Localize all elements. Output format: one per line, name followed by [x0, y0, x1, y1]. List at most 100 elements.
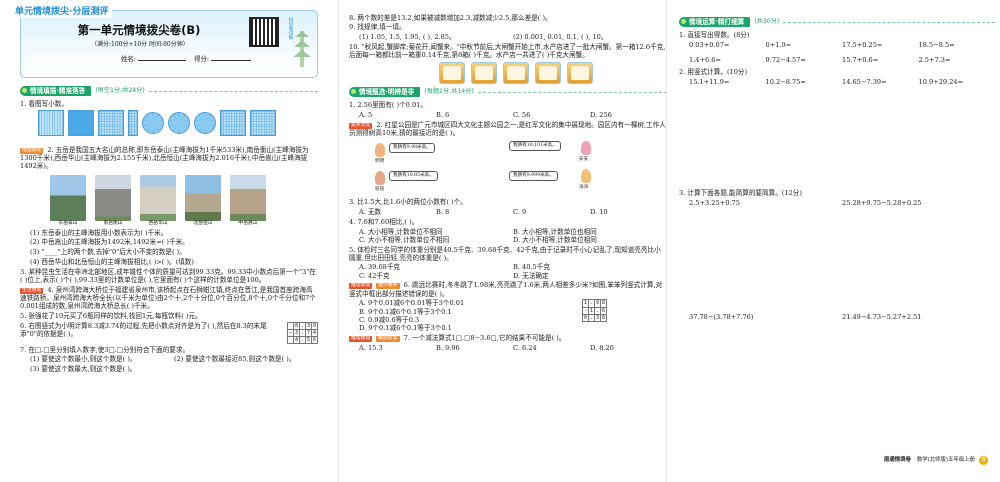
- choice-1-option-d[interactable]: D. 256: [590, 111, 667, 119]
- choice-6-option-c[interactable]: C. 0.9减0.6等于0.3: [359, 316, 582, 324]
- choice-4-option-d[interactable]: D. 大小不相等,计数单位相同: [513, 236, 667, 244]
- section-2-header: 情境甄选·明辨是非 (每题2分,共14分): [349, 87, 667, 98]
- calc-1-row-1: 0.03+0.07= 0+1.9= 17.5+0.25= 18.5−8.5=: [689, 41, 995, 49]
- choice-4-options-row-1: A. 大小相等,计数单位不相同 B. 大小相等,计数单位也相同: [359, 228, 667, 236]
- choice-2-tag: 家乡文化: [349, 122, 373, 129]
- choice-1-option-b[interactable]: B. 6: [436, 111, 513, 119]
- calc-1-item: 15.7+0.6=: [842, 55, 879, 64]
- choice-7-option-a[interactable]: A. 15.3: [359, 344, 436, 352]
- crab-box-icon: [439, 62, 465, 85]
- calc-2: 2. 用竖式计算。(10分): [679, 67, 748, 76]
- choice-6-tag-2: 数学素养: [376, 283, 400, 290]
- choice-7-option-d[interactable]: D. 8.26: [590, 344, 667, 352]
- question-9-sub-2: (2) 0.001, 0.01, 0.1, ( ), 10。: [513, 32, 608, 41]
- choice-5-option-a[interactable]: A. 39.68千克: [359, 263, 513, 271]
- choice-7-text: 7. 一个减法算式1□.□8−3.6□,它的结果不可能是( )。: [403, 333, 566, 342]
- choice-4-option-a[interactable]: A. 大小相等,计数单位不相同: [359, 228, 513, 236]
- photo-songshan: 中岳嵩山: [230, 174, 266, 227]
- speech-bubble-3: 我猜有10.05米高。: [389, 170, 438, 181]
- choice-5-option-c[interactable]: C. 42千克: [359, 272, 513, 280]
- question-7-sub-2: (2) 要使这个数最接近85,则这个数是( )。: [174, 355, 296, 364]
- left-page: 单元情境拨尖·分层测评 第一单元情境拨尖卷(B) （满分:100分+10分 时间…: [0, 0, 330, 482]
- photo-caption-4: 北岳恒山: [193, 220, 213, 226]
- speech-bubble-4: 我猜有9.999米高。: [509, 170, 558, 181]
- crab-box-icon: [535, 62, 561, 85]
- choice-2: 家乡文化 2. 红星公园是广元市城区四大文化主题公园之一,是红军文化的集中展现地…: [349, 121, 667, 137]
- choice-5-option-b[interactable]: B. 40.5千克: [513, 263, 667, 271]
- choice-7-option-c[interactable]: C. 6.24: [513, 344, 590, 352]
- choice-6-option-d[interactable]: D. 9个0.1减6个0.1等于3个0.1: [359, 324, 582, 332]
- exam-meta: （满分:100分+10分 时间:80分钟）: [91, 41, 189, 48]
- grid-figure-6: [250, 110, 276, 137]
- choice-3-option-b[interactable]: B. 8: [436, 208, 513, 216]
- question-2-sub-4: (4) 西岳华山和北岳恒山的主峰海拔相比,( )>( )。(填数): [30, 257, 194, 266]
- choice-6: 推理情境 数学素养 6. 跳远比赛时,冬冬跳了1.98米,亮亮跳了1.6米,两人…: [349, 281, 667, 298]
- photo-caption-2: 南岳衡山: [103, 220, 123, 226]
- choice-6-option-b[interactable]: B. 9个0.1减6个0.1等于3个0.1: [359, 308, 582, 316]
- calc-1: 1. 直接写出得数。(8分): [679, 31, 750, 40]
- choice-5-options-row-1: A. 39.68千克 B. 40.5千克: [359, 263, 667, 271]
- question-10: 10. "秋风起,蟹脚痒;菊花开,闻蟹来。"中秋节前后,大闸蟹开始上市,水产店进…: [349, 42, 666, 59]
- circle-figure-3: [194, 112, 216, 135]
- mountain-photos: 东岳泰山 南岳衡山 西岳华山 北岳恒山 中岳嵩山: [50, 174, 318, 227]
- right-page: 情境运算·精打细算 (共30分) 1. 直接写出得数。(8分) 0.03+0.0…: [673, 0, 1000, 482]
- choice-4-option-c[interactable]: C. 大小不相等,计数单位不相同: [359, 236, 513, 244]
- qr-code-icon[interactable]: [249, 17, 279, 47]
- kid-lili-icon: [375, 170, 385, 185]
- page-number: 3: [979, 455, 988, 465]
- calc-2-item: 10.2−8.75=: [765, 77, 806, 86]
- question-2-text: 2. 五岳是我国五大名山的总称,即东岳泰山(主峰海拔为1千米533米),南岳衡山…: [20, 145, 309, 171]
- choice-1-option-a[interactable]: A. 5: [359, 111, 436, 119]
- choice-7-option-b[interactable]: B. 9.96: [436, 344, 513, 352]
- calc-1-item: 0.03+0.07=: [689, 41, 730, 50]
- calc-2-work-area[interactable]: [679, 86, 995, 188]
- score-label: 得分:: [194, 55, 210, 63]
- grid-figure-4: [128, 110, 138, 137]
- question-4-tag: 生活情境: [20, 287, 44, 294]
- choice-2-text: 2. 红星公园是广元市城区四大文化主题公园之一,是红军文化的集中展现地。园区内有…: [349, 120, 666, 138]
- choice-4: 4. 7.6和7.60相比,( )。: [349, 217, 419, 226]
- question-5: 5. 张强花了10元买了6瓶同样的饮料,找回1元,每瓶饮料( )元。: [20, 311, 202, 320]
- choice-3-option-d[interactable]: D. 10: [590, 208, 667, 216]
- circle-figure-2: [168, 112, 190, 135]
- calc-2-item: 14.65−7.39=: [842, 77, 887, 86]
- calc-2-item: 15.1+11.9=: [689, 77, 730, 86]
- name-mingming: 明明: [375, 158, 385, 164]
- section-1-label: 情境填描·精准落答: [20, 86, 92, 97]
- kid-taotao-icon: [581, 168, 591, 183]
- calc-3-work-area-1[interactable]: [679, 207, 995, 313]
- calc-2-items: 15.1+11.9= 10.2−8.75= 14.65−7.39= 10.9+2…: [689, 78, 995, 86]
- choice-5-option-d[interactable]: D. 无法确定: [513, 272, 667, 280]
- crab-box-icon: [471, 62, 497, 85]
- choice-4-option-b[interactable]: B. 大小相等,计数单位也相同: [513, 228, 667, 236]
- name-blank[interactable]: [137, 55, 186, 61]
- choice-3-option-a[interactable]: A. 无数: [359, 208, 436, 216]
- choice-7-options: A. 15.3 B. 9.96 C. 6.24 D. 8.26: [359, 344, 667, 352]
- calc-2-item: 10.9+29.24=: [918, 77, 964, 86]
- question-9-sub-1: (1) 1.05, 1.5, 1.95, ( ), 2.85。: [359, 32, 456, 41]
- calc-1-item: 18.5−8.5=: [918, 41, 955, 50]
- choice-6-options: A. 9个0.01减6个0.01等于3个0.01 B. 9个0.1减6个0.1等…: [359, 299, 582, 332]
- circle-figure-1: [142, 112, 164, 135]
- kid-mingming-icon: [375, 142, 385, 157]
- choice-1-option-c[interactable]: C. 56: [513, 111, 590, 119]
- calc-3-row-1: 2.5+3.25+0.75 25.28+9.75−5.28+0.25: [689, 199, 995, 207]
- student-fields: 姓名: 得分:: [121, 55, 252, 63]
- section-3-header: 情境运算·精打细算 (共30分): [679, 17, 995, 28]
- kid-anan-icon: [581, 140, 591, 155]
- calc-1-item: 17.5+0.25=: [842, 41, 883, 50]
- name-taotao: 涛涛: [579, 184, 589, 190]
- grid-figure-5: [220, 110, 246, 137]
- choice-7-tag-1: 推理情境: [349, 335, 373, 342]
- question-6-text: 6. 右图竖式为小明计算8.3减3.74的过程,先把小数点对齐是为了( ),然后…: [20, 321, 267, 338]
- middle-page: 8. 两个数的差是13.2,如果被减数增加2.3,减数减少2.5,那么差是( )…: [345, 0, 675, 482]
- score-blank[interactable]: [211, 55, 252, 61]
- photo-caption-1: 东岳泰山: [58, 220, 78, 226]
- question-4: 生活情境 4. 泉州湾跨海大桥位于福建省泉州市,该桥起点在石狮蚶江镇,终点在晋江…: [20, 286, 318, 311]
- photo-huashan: 西岳华山: [140, 174, 176, 227]
- exam-header: 单元情境拨尖·分层测评 第一单元情境拨尖卷(B) （满分:100分+10分 时间…: [11, 7, 318, 78]
- photo-hengshan-north: 北岳恒山: [185, 174, 221, 227]
- question-2-sub-2: (2) 中岳嵩山的主峰海拔为1492米,1492米=( )千米。: [30, 238, 189, 247]
- choice-6-option-a[interactable]: A. 9个0.01减6个0.01等于3个0.01: [359, 299, 582, 307]
- choice-3-option-c[interactable]: C. 9: [513, 208, 590, 216]
